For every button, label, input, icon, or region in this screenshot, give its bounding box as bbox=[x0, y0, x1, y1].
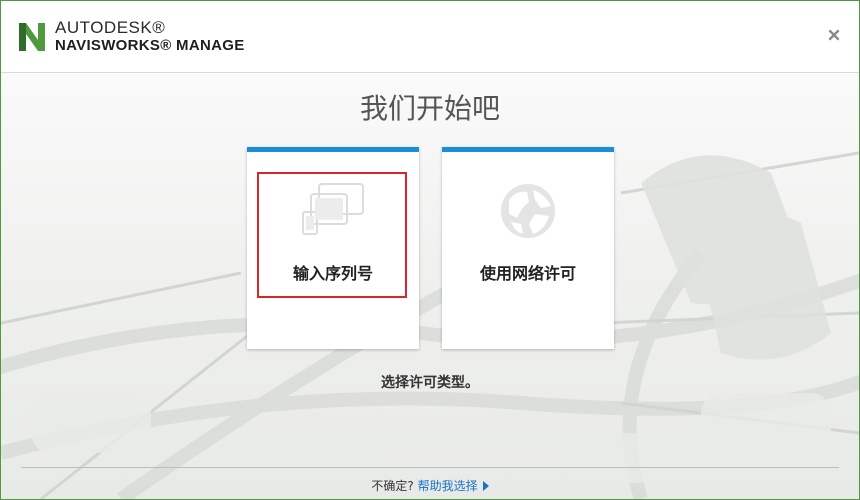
title-bar: AUTODESK® NAVISWORKS® MANAGE bbox=[1, 1, 859, 73]
not-sure-text: 不确定? bbox=[371, 479, 414, 493]
enter-serial-number-card[interactable]: 输入序列号 bbox=[247, 147, 419, 349]
brand-product: NAVISWORKS® MANAGE bbox=[55, 37, 245, 54]
license-type-hint: 选择许可类型。 bbox=[381, 375, 479, 391]
brand-company: AUTODESK® bbox=[55, 18, 166, 37]
use-network-license-card[interactable]: 使用网络许可 bbox=[442, 147, 614, 349]
footer: 不确定? 帮助我选择 bbox=[1, 477, 859, 494]
close-icon[interactable] bbox=[827, 28, 841, 42]
background-illustration bbox=[1, 73, 859, 499]
footer-divider bbox=[21, 467, 839, 468]
help-me-choose-link[interactable]: 帮助我选择 bbox=[418, 479, 489, 493]
use-network-license-label: 使用网络许可 bbox=[479, 264, 576, 283]
navisworks-logo-icon bbox=[19, 23, 45, 51]
globe-icon bbox=[501, 184, 555, 238]
devices-icon bbox=[302, 183, 364, 235]
play-arrow-icon bbox=[482, 481, 489, 491]
license-dialog: AUTODESK® NAVISWORKS® MANAGE 我们开始吧 输入序列号 bbox=[0, 0, 860, 500]
help-me-choose-label: 帮助我选择 bbox=[417, 479, 478, 493]
enter-serial-number-label: 输入序列号 bbox=[292, 264, 373, 283]
page-title: 我们开始吧 bbox=[359, 92, 500, 125]
